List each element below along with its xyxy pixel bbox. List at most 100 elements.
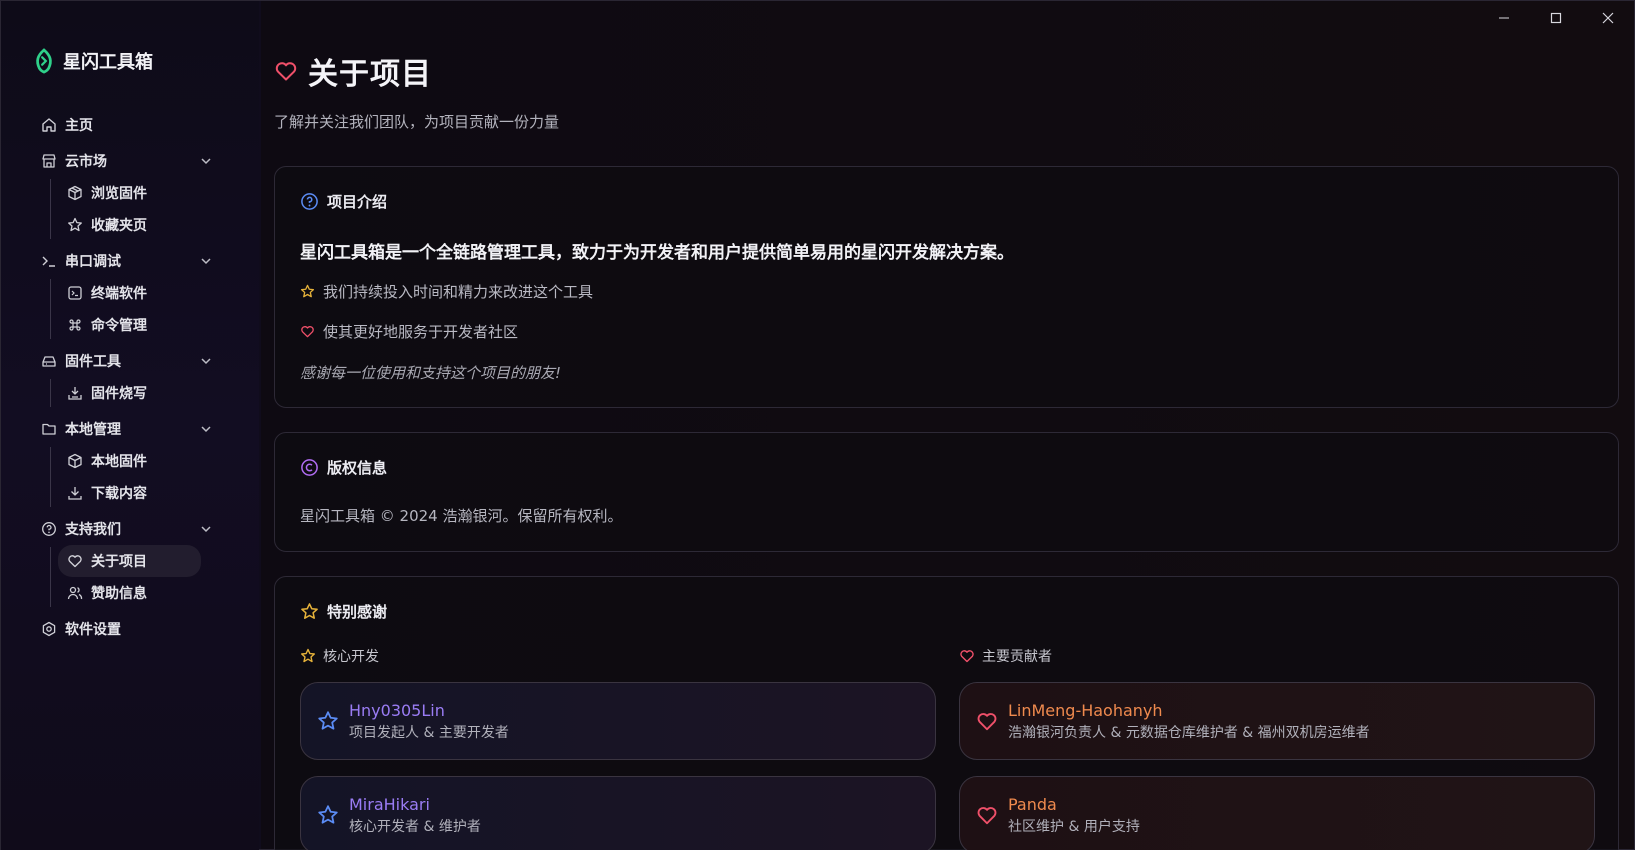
core-dev-heading: 核心开发 <box>300 646 379 666</box>
card-header: 版权信息 <box>300 457 387 478</box>
contributor-name: MiraHikari <box>349 794 430 814</box>
contributor-role: 社区维护 & 用户支持 <box>1008 818 1140 835</box>
sidebar-item-home[interactable]: 主页 <box>33 109 225 141</box>
sidebar-group-support-us[interactable]: 支持我们 <box>33 513 225 545</box>
heart-icon <box>67 553 83 569</box>
sidebar-item-sponsor-info[interactable]: 赞助信息 <box>58 577 225 609</box>
contributors-label: 主要贡献者 <box>982 649 1052 665</box>
star-icon <box>301 603 318 619</box>
credit-card-core[interactable]: Hny0305Lin 项目发起人 & 主要开发者 <box>300 682 936 760</box>
sidebar-item-command-manager[interactable]: 命令管理 <box>58 309 225 341</box>
sidebar: 星闪工具箱 主页 云市场 浏览固件 收藏夹页 串口调试 终端软件 命令管理 固件… <box>1 1 259 850</box>
sidebar-group-local-management[interactable]: 本地管理 <box>33 413 225 445</box>
sidebar-item-downloads[interactable]: 下载内容 <box>58 477 225 509</box>
special-thanks-card: 特别感谢 核心开发 主要贡献者 Hny0305Lin 项目发起人 & 主要开发者 <box>274 576 1619 850</box>
page-title-text: 关于项目 <box>308 57 432 92</box>
intro-point-text: 我们持续投入时间和精力来改进这个工具 <box>323 283 594 301</box>
users-icon <box>67 585 83 601</box>
sidebar-item-label: 本地管理 <box>65 422 121 438</box>
terminal-icon <box>41 253 57 269</box>
chevron-down-icon[interactable] <box>199 254 213 268</box>
sidebar-item-firmware-flash[interactable]: 固件烧写 <box>58 377 225 409</box>
brand[interactable]: 星闪工具箱 <box>33 48 153 74</box>
star-icon <box>67 217 83 233</box>
intro-point: 使其更好地服务于开发者社区 <box>300 321 518 342</box>
sidebar-item-label: 下载内容 <box>91 486 147 502</box>
chevron-down-icon[interactable] <box>199 154 213 168</box>
terminal-square-icon <box>67 285 83 301</box>
intro-point: 我们持续投入时间和精力来改进这个工具 <box>300 281 593 302</box>
sidebar-item-local-firmware[interactable]: 本地固件 <box>58 445 225 477</box>
sidebar-item-terminal-software[interactable]: 终端软件 <box>58 277 225 309</box>
card-header: 特别感谢 <box>300 601 387 622</box>
sidebar-item-label: 赞助信息 <box>91 586 147 602</box>
flash-download-icon <box>67 385 83 401</box>
sidebar-item-label: 云市场 <box>65 154 107 170</box>
sidebar-group-firmware-tools[interactable]: 固件工具 <box>33 345 225 377</box>
contributors-heading: 主要贡献者 <box>959 646 1052 666</box>
core-dev-label: 核心开发 <box>323 649 379 665</box>
sidebar-item-browse-firmware[interactable]: 浏览固件 <box>58 177 225 209</box>
contributor-role: 核心开发者 & 维护者 <box>349 818 481 835</box>
help-circle-icon <box>301 193 318 210</box>
sidebar-item-label: 命令管理 <box>91 318 147 334</box>
main-content: 关于项目 了解并关注我们团队，为项目贡献一份力量 项目介绍 星闪工具箱是一个全链… <box>274 1 1620 850</box>
help-circle-icon <box>41 521 57 537</box>
contributor-role: 项目发起人 & 主要开发者 <box>349 724 509 741</box>
download-icon <box>67 485 83 501</box>
app-name: 星闪工具箱 <box>63 52 153 73</box>
sidebar-item-label: 主页 <box>65 118 93 134</box>
sidebar-group-cloud-market[interactable]: 云市场 <box>33 145 225 177</box>
copyright-card: 版权信息 星闪工具箱 © 2024 浩瀚银河。保留所有权利。 <box>274 432 1619 552</box>
contributor-role: 浩瀚银河负责人 & 元数据仓库维护者 & 福州双机房运维者 <box>1008 724 1370 741</box>
box-icon <box>67 453 83 469</box>
page-subtitle: 了解并关注我们团队，为项目贡献一份力量 <box>274 113 560 131</box>
chevron-down-icon[interactable] <box>199 354 213 368</box>
command-icon <box>67 317 83 333</box>
sidebar-item-label: 软件设置 <box>65 622 121 638</box>
sidebar-item-favorites[interactable]: 收藏夹页 <box>58 209 225 241</box>
sidebar-item-label: 本地固件 <box>91 454 147 470</box>
star-icon <box>318 711 338 730</box>
intro-thanks: 感谢每一位使用和支持这个项目的朋友! <box>300 364 562 382</box>
project-intro-card: 项目介绍 星闪工具箱是一个全链路管理工具，致力于为开发者和用户提供简单易用的星闪… <box>274 166 1619 408</box>
sidebar-item-label: 串口调试 <box>65 254 121 270</box>
heart-icon <box>960 650 974 663</box>
copyright-icon <box>301 459 318 476</box>
chevron-down-icon[interactable] <box>199 422 213 436</box>
sidebar-item-label: 浏览固件 <box>91 186 147 202</box>
sidebar-item-about-project[interactable]: 关于项目 <box>58 545 201 577</box>
intro-point-text: 使其更好地服务于开发者社区 <box>323 323 519 341</box>
credit-card-contributor[interactable]: Panda 社区维护 & 用户支持 <box>959 776 1595 850</box>
heart-icon <box>301 326 314 338</box>
sidebar-nav: 主页 云市场 浏览固件 收藏夹页 串口调试 终端软件 命令管理 固件工具 固件烧… <box>33 109 225 645</box>
heart-icon <box>977 807 997 825</box>
sidebar-group-serial-debug[interactable]: 串口调试 <box>33 245 225 277</box>
sidebar-item-label: 收藏夹页 <box>91 218 147 234</box>
credit-card-contributor[interactable]: LinMeng-Haohanyh 浩瀚银河负责人 & 元数据仓库维护者 & 福州… <box>959 682 1595 760</box>
star-icon <box>318 805 338 824</box>
contributor-name: Panda <box>1008 794 1057 814</box>
intro-lead: 星闪工具箱是一个全链路管理工具，致力于为开发者和用户提供简单易用的星闪开发解决方… <box>300 243 1014 263</box>
page-title: 关于项目 <box>274 49 432 93</box>
card-title: 版权信息 <box>327 459 388 477</box>
contributor-name: LinMeng-Haohanyh <box>1008 700 1163 720</box>
star-icon <box>300 284 315 298</box>
sidebar-item-label: 支持我们 <box>65 522 121 538</box>
heart-icon <box>977 713 997 731</box>
app-window: 星闪工具箱 主页 云市场 浏览固件 收藏夹页 串口调试 终端软件 命令管理 固件… <box>0 0 1635 850</box>
chevron-down-icon[interactable] <box>199 522 213 536</box>
sidebar-item-settings[interactable]: 软件设置 <box>33 613 225 645</box>
logo-icon <box>36 48 52 74</box>
sidebar-item-label: 终端软件 <box>91 286 147 302</box>
card-title: 项目介绍 <box>327 193 388 211</box>
credit-card-core[interactable]: MiraHikari 核心开发者 & 维护者 <box>300 776 936 850</box>
settings-icon <box>41 621 57 637</box>
card-title: 特别感谢 <box>327 603 388 621</box>
store-icon <box>41 153 57 169</box>
copyright-text: 星闪工具箱 © 2024 浩瀚银河。保留所有权利。 <box>300 507 623 525</box>
card-header: 项目介绍 <box>300 191 387 212</box>
home-icon <box>41 117 57 133</box>
sidebar-item-label: 固件工具 <box>65 354 121 370</box>
contributor-name: Hny0305Lin <box>349 700 445 720</box>
